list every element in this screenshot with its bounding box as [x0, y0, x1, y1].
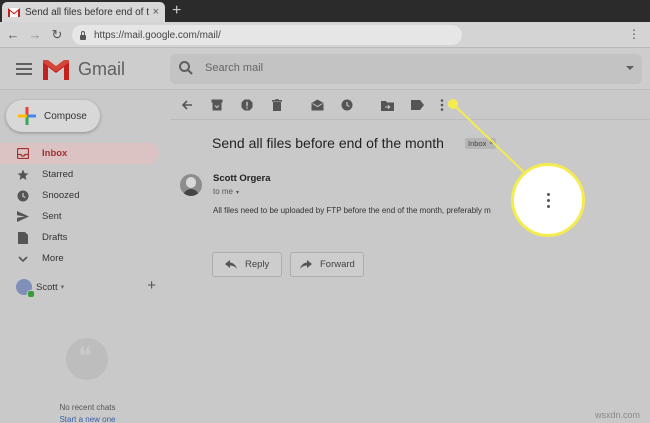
watermark: wsxdn.com	[594, 410, 640, 420]
more-options-callout	[511, 163, 585, 237]
